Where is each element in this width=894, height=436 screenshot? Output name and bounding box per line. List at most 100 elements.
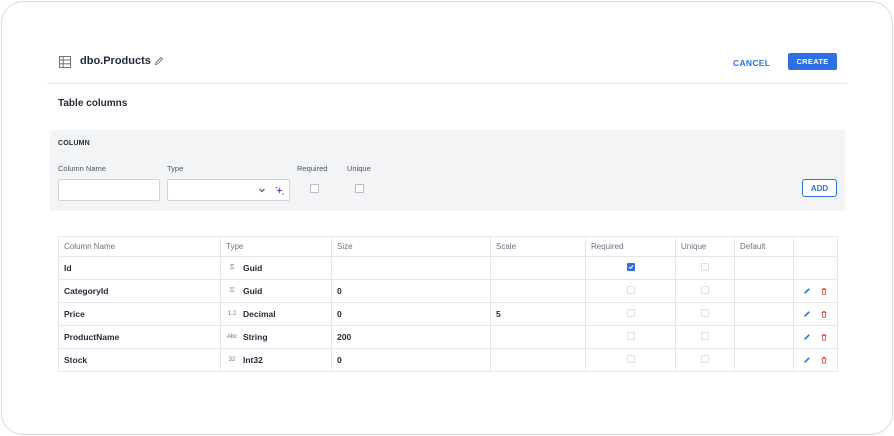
add-column-button[interactable]: ADD <box>802 179 837 197</box>
required-checkbox[interactable] <box>626 263 635 271</box>
cell-size: 200 <box>331 325 491 349</box>
unique-checkbox[interactable] <box>701 263 709 271</box>
cell-unique <box>675 348 735 372</box>
column-name-input[interactable] <box>58 179 160 201</box>
header-required: Required <box>585 236 676 257</box>
edit-pencil-icon[interactable] <box>803 310 811 318</box>
cell-scale <box>490 325 586 349</box>
cell-actions <box>793 302 838 326</box>
unique-checkbox[interactable] <box>701 309 709 317</box>
decimal-icon: 1.2 <box>227 311 237 317</box>
edit-pencil-icon[interactable] <box>803 333 811 341</box>
cell-actions <box>793 348 838 372</box>
cell-default <box>734 256 794 280</box>
header-size: Size <box>331 236 491 257</box>
unique-checkbox[interactable] <box>701 286 709 294</box>
cell-actions <box>793 325 838 349</box>
cancel-button[interactable]: CANCEL <box>727 54 776 72</box>
edit-pencil-icon[interactable] <box>803 287 811 295</box>
table-row: ProductName Abc String 200 <box>58 325 838 349</box>
delete-trash-icon[interactable] <box>820 333 828 341</box>
cell-column-name: Stock <box>58 348 221 372</box>
create-button[interactable]: CREATE <box>788 53 837 70</box>
cell-scale <box>490 348 586 372</box>
type-select[interactable] <box>167 179 270 201</box>
cell-required <box>585 325 676 349</box>
ai-suggest-button[interactable] <box>269 179 290 201</box>
cell-column-name: ProductName <box>58 325 221 349</box>
cell-scale <box>490 279 586 303</box>
type-name: Guid <box>243 286 263 296</box>
cell-unique <box>675 302 735 326</box>
table-icon <box>59 56 71 68</box>
header-unique: Unique <box>675 236 735 257</box>
cell-unique <box>675 325 735 349</box>
cell-type: ⚿ Guid <box>220 279 332 303</box>
edit-title-pencil-icon[interactable] <box>154 56 164 66</box>
cell-unique <box>675 256 735 280</box>
sparkle-icon <box>275 186 284 195</box>
type-name: Guid <box>243 263 263 273</box>
cell-size <box>331 256 491 280</box>
cell-default <box>734 348 794 372</box>
cell-actions <box>793 256 838 280</box>
column-form-heading: COLUMN <box>58 140 90 147</box>
required-checkbox[interactable] <box>626 309 635 317</box>
type-name: Int32 <box>243 355 263 365</box>
type-label: Type <box>167 164 184 173</box>
cell-column-name: Id <box>58 256 221 280</box>
edit-pencil-icon[interactable] <box>803 356 811 364</box>
type-name: Decimal <box>243 309 276 319</box>
cell-required <box>585 256 676 280</box>
delete-trash-icon[interactable] <box>820 310 828 318</box>
cell-scale <box>490 256 586 280</box>
header-default: Default <box>734 236 794 257</box>
required-checkbox[interactable] <box>626 286 635 294</box>
cell-type: Abc String <box>220 325 332 349</box>
columns-table: Column Name Type Size Scale Required Uni… <box>58 236 838 372</box>
cell-size: 0 <box>331 302 491 326</box>
section-title: Table columns <box>58 98 128 109</box>
string-icon: Abc <box>226 334 238 340</box>
table-row: CategoryId ⚿ Guid 0 <box>58 279 838 303</box>
page-header: dbo.Products CANCEL CREATE <box>47 48 847 84</box>
guid-key-icon: ⚿ <box>229 264 235 271</box>
cell-default <box>734 325 794 349</box>
table-header-row: Column Name Type Size Scale Required Uni… <box>58 236 838 257</box>
unique-label: Unique <box>347 164 371 173</box>
required-checkbox[interactable] <box>310 184 319 193</box>
integer-icon: 32 <box>228 357 236 363</box>
required-checkbox[interactable] <box>626 355 635 363</box>
page-title: dbo.Products <box>80 55 151 67</box>
table-row: Stock 32 Int32 0 <box>58 348 838 372</box>
cell-default <box>734 279 794 303</box>
unique-checkbox[interactable] <box>701 332 709 340</box>
type-name: String <box>243 332 268 342</box>
column-name-label: Column Name <box>58 164 106 173</box>
cell-type: 32 Int32 <box>220 348 332 372</box>
cell-column-name: Price <box>58 302 221 326</box>
delete-trash-icon[interactable] <box>820 356 828 364</box>
cell-unique <box>675 279 735 303</box>
delete-trash-icon[interactable] <box>820 287 828 295</box>
cell-scale: 5 <box>490 302 586 326</box>
cell-type: ⚿ Guid <box>220 256 332 280</box>
table-row: Id ⚿ Guid <box>58 256 838 280</box>
unique-checkbox[interactable] <box>701 355 709 363</box>
cell-required <box>585 279 676 303</box>
cell-default <box>734 302 794 326</box>
header-column-name: Column Name <box>58 236 221 257</box>
header-scale: Scale <box>490 236 586 257</box>
cell-required <box>585 348 676 372</box>
cell-size: 0 <box>331 348 491 372</box>
unique-checkbox[interactable] <box>355 184 364 193</box>
header-actions <box>793 236 838 257</box>
cell-actions <box>793 279 838 303</box>
required-checkbox[interactable] <box>626 332 635 340</box>
table-row: Price 1.2 Decimal 0 5 <box>58 302 838 326</box>
cell-size: 0 <box>331 279 491 303</box>
column-form-panel: COLUMN Column Name Type Required Unique … <box>50 130 845 211</box>
cell-column-name: CategoryId <box>58 279 221 303</box>
guid-key-icon: ⚿ <box>229 287 235 294</box>
header-type: Type <box>220 236 332 257</box>
